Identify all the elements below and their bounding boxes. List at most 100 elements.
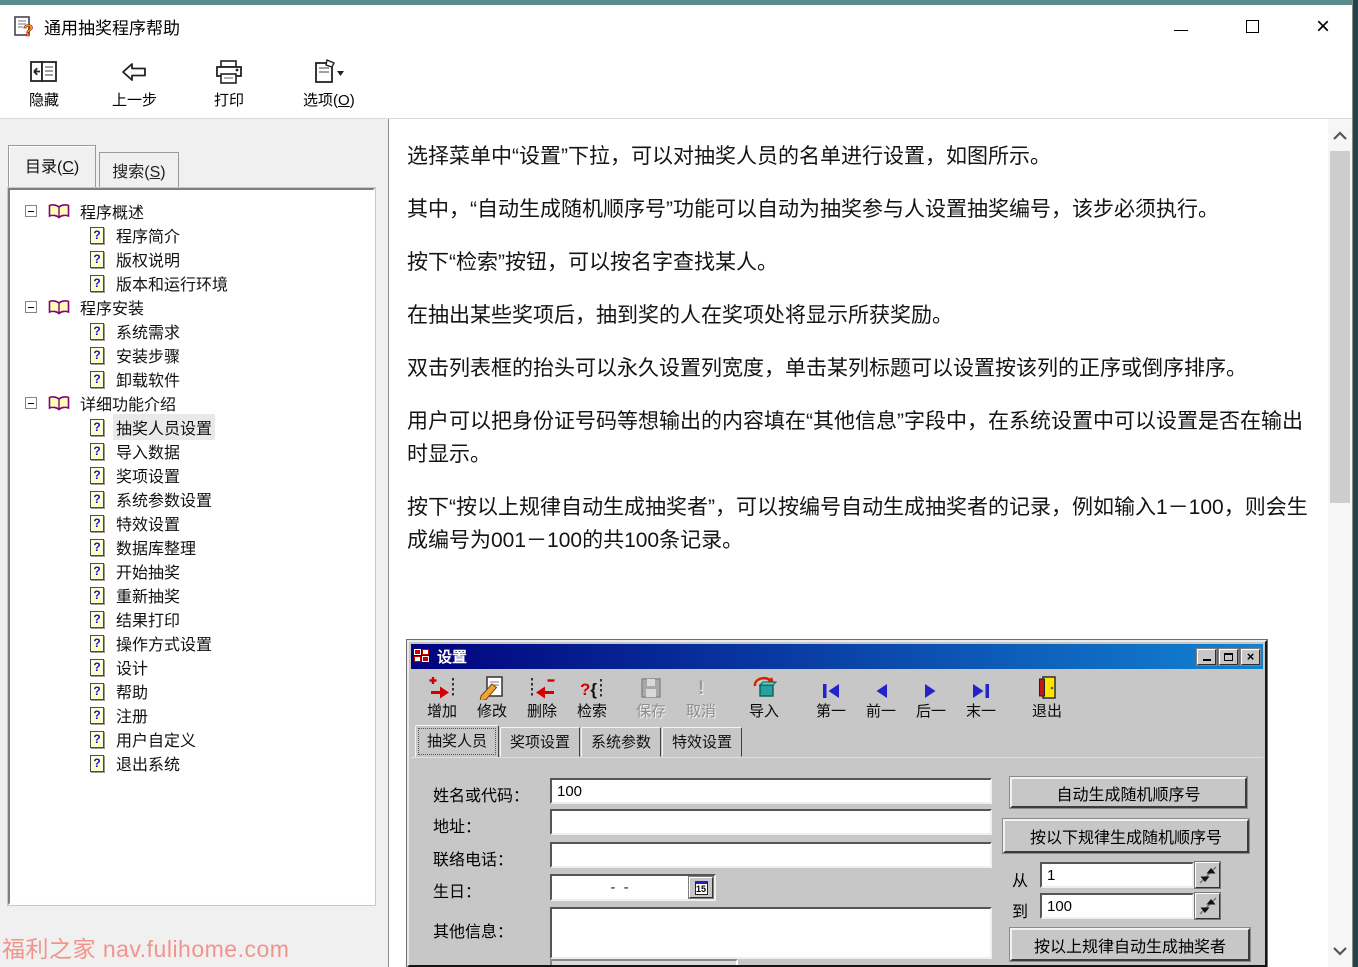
- tree-page-node[interactable]: ?卸载软件: [12, 367, 371, 391]
- tree-page-node[interactable]: ?系统参数设置: [12, 487, 371, 511]
- tree-page-node[interactable]: ?帮助: [12, 679, 371, 703]
- maximize-button[interactable]: [1244, 19, 1260, 35]
- rule-generate-sequence-button[interactable]: 按以下规律生成随机顺序号: [1003, 819, 1249, 853]
- question-page-icon: ?: [90, 371, 104, 388]
- next-record-icon: [922, 673, 940, 700]
- tab-prize-settings[interactable]: 奖项设置: [500, 727, 580, 757]
- tree-node-label: 程序安装: [77, 294, 147, 320]
- question-page-icon: ?: [90, 731, 104, 748]
- tree-book-node[interactable]: 程序概述: [12, 199, 371, 223]
- tab-system-params[interactable]: 系统参数: [581, 727, 661, 757]
- prev-record-button[interactable]: 前一: [856, 673, 906, 721]
- collapse-icon[interactable]: [25, 301, 37, 313]
- tree-page-node[interactable]: ?用户自定义: [12, 727, 371, 751]
- last-record-icon: [970, 673, 992, 700]
- dialog-maximize-button[interactable]: [1219, 649, 1238, 665]
- tree-page-node[interactable]: ?特效设置: [12, 511, 371, 535]
- scrollbar-thumb[interactable]: [1330, 151, 1350, 503]
- tab-effect-settings[interactable]: 特效设置: [662, 727, 742, 757]
- tree-page-node[interactable]: ?结果打印: [12, 607, 371, 631]
- tree-book-node[interactable]: 程序安装: [12, 295, 371, 319]
- close-button[interactable]: ×: [1315, 19, 1331, 35]
- printer-icon: [214, 57, 244, 87]
- help-window: ? 通用抽奖程序帮助 × 隐藏: [0, 0, 1358, 967]
- help-toolbar: 隐藏 上一步 打印: [0, 48, 1352, 119]
- name-or-code-field[interactable]: [550, 778, 992, 804]
- exit-button[interactable]: 退出: [1022, 673, 1072, 721]
- tree-page-node[interactable]: ?程序简介: [12, 223, 371, 247]
- next-record-button[interactable]: 后一: [906, 673, 956, 721]
- collapse-icon[interactable]: [25, 205, 37, 217]
- from-field[interactable]: [1040, 862, 1194, 888]
- dialog-minimize-button[interactable]: [1197, 649, 1216, 665]
- tree-page-node[interactable]: ?重新抽奖: [12, 583, 371, 607]
- prev-record-icon: [872, 673, 890, 700]
- question-page-icon: ?: [90, 275, 104, 292]
- tree-page-node[interactable]: ?安装步骤: [12, 343, 371, 367]
- paragraph: 双击列表框的抬头可以永久设置列宽度，单击某列标题可以设置按该列的正序或倒序排序。: [407, 352, 1309, 385]
- from-spinner[interactable]: [1195, 862, 1220, 888]
- back-button[interactable]: 上一步: [108, 55, 161, 112]
- edit-button[interactable]: 修改: [467, 673, 517, 721]
- birthday-field[interactable]: - - 15: [550, 874, 716, 901]
- tab-search[interactable]: 搜索(S): [99, 152, 178, 189]
- scroll-down-icon[interactable]: [1328, 937, 1352, 965]
- sidebar-tabs: 目录(C) 搜索(S): [8, 145, 179, 187]
- to-field[interactable]: [1040, 893, 1194, 919]
- scroll-up-icon[interactable]: [1328, 121, 1352, 149]
- add-button[interactable]: 增加: [417, 673, 467, 721]
- tree-page-node[interactable]: ?设计: [12, 655, 371, 679]
- tree-book-node[interactable]: 详细功能介绍: [12, 391, 371, 415]
- last-record-button[interactable]: 末一: [956, 673, 1006, 721]
- import-data-icon: [751, 673, 777, 700]
- tree-page-node[interactable]: ?注册: [12, 703, 371, 727]
- tree-page-node[interactable]: ?退出系统: [12, 751, 371, 775]
- print-button[interactable]: 打印: [203, 55, 255, 112]
- watermark: 福利之家 nav.fulihome.com: [2, 930, 289, 964]
- minimize-button[interactable]: [1173, 19, 1189, 35]
- auto-generate-sequence-button[interactable]: 自动生成随机顺序号: [1010, 777, 1247, 808]
- birthday-label: 生日：: [433, 878, 481, 902]
- hide-button[interactable]: 隐藏: [18, 55, 70, 112]
- to-spinner[interactable]: [1195, 893, 1220, 919]
- question-page-icon: ?: [90, 419, 104, 436]
- content-scrollbar[interactable]: [1328, 119, 1352, 967]
- search-button[interactable]: ?{ 检索: [567, 673, 617, 721]
- question-page-icon: ?: [90, 587, 104, 604]
- tree-page-node-selected[interactable]: ?抽奖人员设置: [12, 415, 371, 439]
- tree-page-node[interactable]: ?操作方式设置: [12, 631, 371, 655]
- phone-field[interactable]: [550, 842, 992, 868]
- edit-record-icon: [479, 673, 505, 700]
- generate-participants-button[interactable]: 按以上规律自动生成抽奖者: [1010, 928, 1250, 961]
- other-info-field[interactable]: [550, 907, 992, 959]
- question-page-icon: ?: [90, 659, 104, 676]
- dialog-close-button[interactable]: ×: [1241, 649, 1260, 665]
- settings-dialog-icon: [414, 649, 431, 664]
- exit-door-icon: [1037, 673, 1057, 700]
- book-icon: [48, 299, 70, 316]
- tree-page-node[interactable]: ?数据库整理: [12, 535, 371, 559]
- options-label: 选项(O): [303, 89, 355, 110]
- import-button[interactable]: 导入: [739, 673, 789, 721]
- paragraph: 其中，“自动生成随机顺序号”功能可以自动为抽奖参与人设置抽奖编号，该步必须执行。: [407, 193, 1309, 226]
- options-button[interactable]: 选项(O): [299, 55, 359, 112]
- tree-page-node[interactable]: ?奖项设置: [12, 463, 371, 487]
- date-placeholder: - -: [552, 879, 689, 896]
- options-page-icon: [313, 57, 345, 87]
- cancel-record-icon: !: [698, 673, 704, 700]
- question-page-icon: ?: [90, 635, 104, 652]
- tab-lottery-person[interactable]: 抽奖人员: [415, 725, 499, 758]
- collapse-icon[interactable]: [25, 397, 37, 409]
- tree-page-node[interactable]: ?系统需求: [12, 319, 371, 343]
- calendar-button[interactable]: 15: [689, 877, 713, 898]
- address-field[interactable]: [550, 809, 992, 835]
- first-record-button[interactable]: 第一: [806, 673, 856, 721]
- question-page-icon: ?: [90, 467, 104, 484]
- tab-contents[interactable]: 目录(C): [8, 145, 96, 187]
- paragraph: 按下“检索”按钮，可以按名字查找某人。: [407, 246, 1309, 279]
- tree-page-node[interactable]: ?版权说明: [12, 247, 371, 271]
- tree-page-node[interactable]: ?开始抽奖: [12, 559, 371, 583]
- delete-button[interactable]: 删除: [517, 673, 567, 721]
- tree-page-node[interactable]: ?版本和运行环境: [12, 271, 371, 295]
- tree-page-node[interactable]: ?导入数据: [12, 439, 371, 463]
